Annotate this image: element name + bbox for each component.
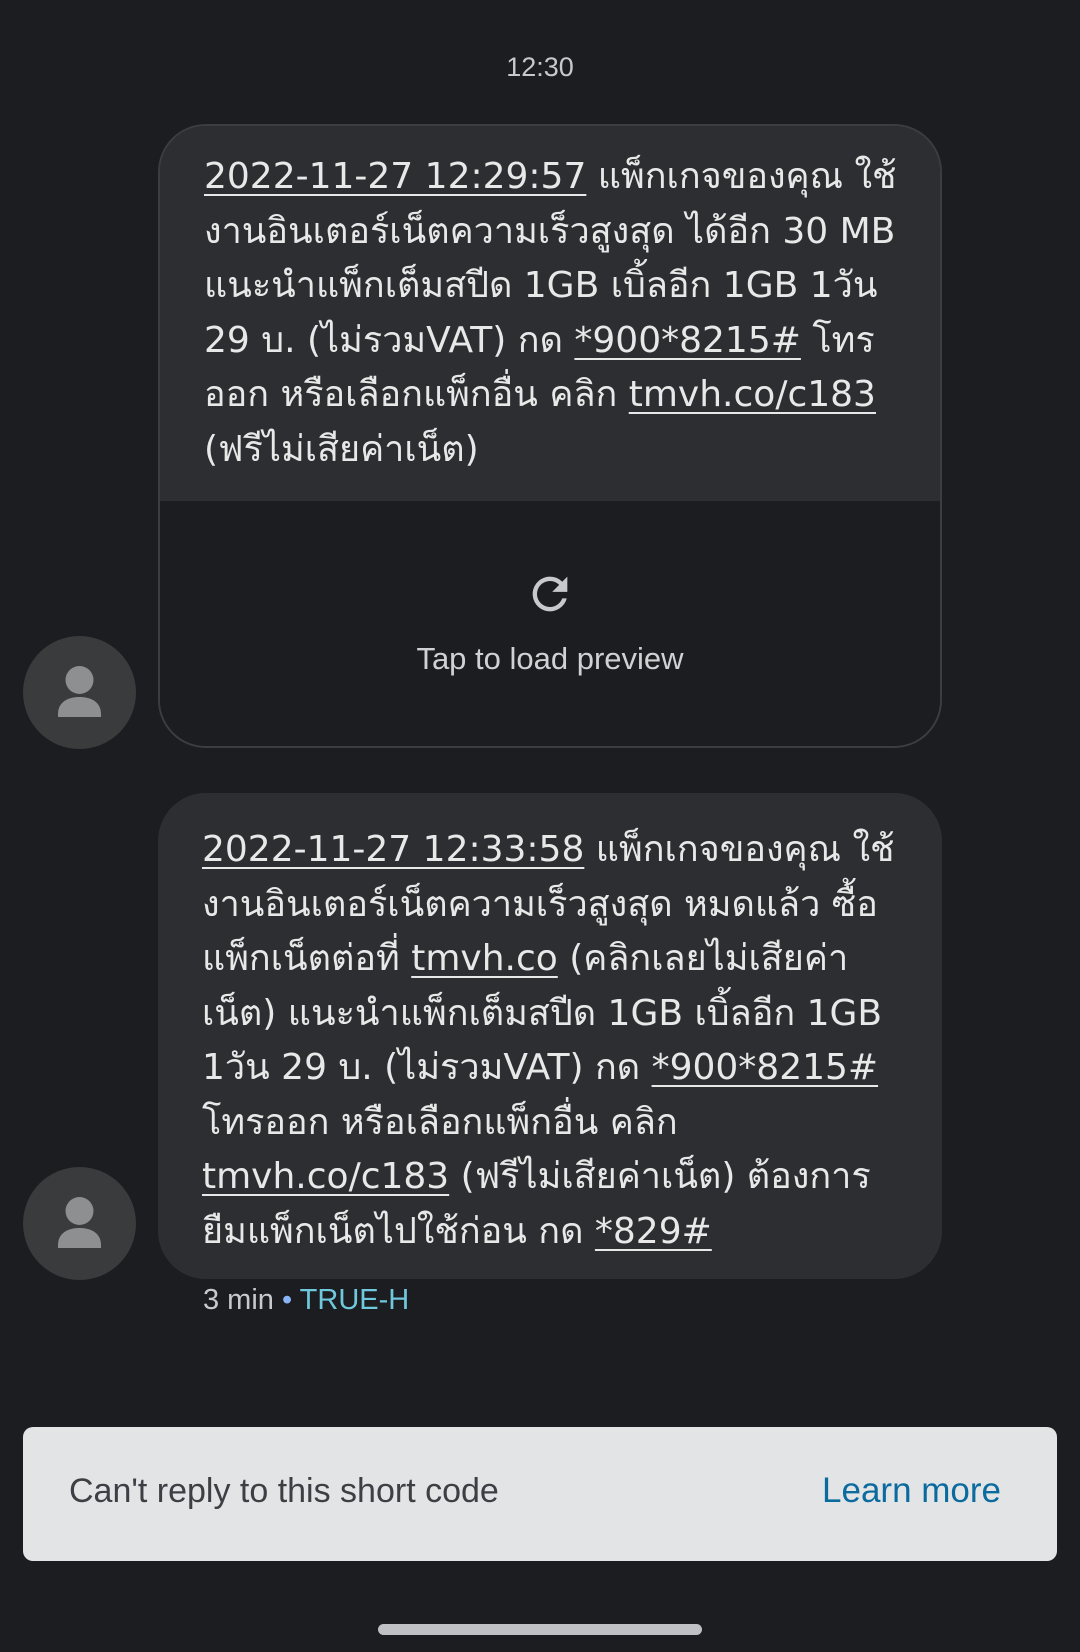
conversation-timestamp: 12:30 [506, 52, 574, 82]
message-text-segment: โทรออก หรือเลือกแพ็กอื่น คลิก [202, 1101, 678, 1143]
message-timestamp-link[interactable]: 2022-11-27 12:33:58 [202, 829, 584, 870]
message-meta: 3 min • TRUE-H [203, 1284, 409, 1317]
message-timestamp-link[interactable]: 2022-11-27 12:29:57 [204, 156, 586, 197]
ussd-code-link[interactable]: *900*8215# [574, 320, 801, 361]
ussd-code-link[interactable]: *829# [595, 1211, 712, 1252]
message-text: 2022-11-27 12:29:57 แพ็กเกจของคุณ ใช้งาน… [160, 126, 940, 501]
url-link[interactable]: tmvh.co [411, 938, 558, 979]
reply-disabled-banner: Can't reply to this short code Learn mor… [23, 1427, 1057, 1561]
home-indicator[interactable] [378, 1624, 702, 1635]
learn-more-button[interactable]: Learn more [822, 1471, 1001, 1511]
sender-avatar[interactable] [23, 636, 136, 749]
person-icon [58, 1197, 101, 1248]
message-bubble[interactable]: 2022-11-27 12:33:58 แพ็กเกจของคุณ ใช้งาน… [158, 793, 942, 1279]
ussd-code-link[interactable]: *900*8215# [652, 1047, 879, 1088]
message-text: 2022-11-27 12:33:58 แพ็กเกจของคุณ ใช้งาน… [158, 793, 942, 1277]
meta-separator: • [273, 1284, 300, 1316]
person-icon [58, 666, 101, 717]
link-preview[interactable]: Tap to load preview [160, 501, 940, 746]
url-link[interactable]: tmvh.co/c183 [202, 1156, 449, 1197]
refresh-icon [532, 576, 568, 612]
message-text-segment: (ฟรีไม่เสียค่าเน็ต) [204, 428, 479, 470]
tap-to-load-preview-label: Tap to load preview [416, 641, 684, 676]
reply-disabled-text: Can't reply to this short code [69, 1472, 499, 1510]
sender-name: TRUE-H [299, 1284, 410, 1316]
sender-avatar[interactable] [23, 1167, 136, 1280]
message-age: 3 min [203, 1284, 274, 1316]
message-bubble[interactable]: 2022-11-27 12:29:57 แพ็กเกจของคุณ ใช้งาน… [158, 124, 942, 748]
url-link[interactable]: tmvh.co/c183 [629, 374, 876, 415]
